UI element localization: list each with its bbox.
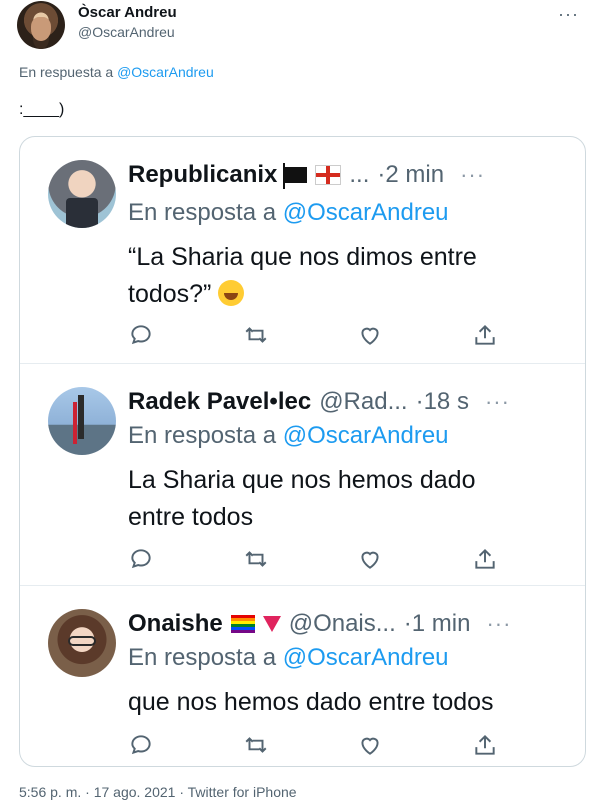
reply-header: Onaishe @Onais... ·1 min ··· [128,606,567,642]
reply-author-handle[interactable]: @Rad... [319,388,407,416]
retweet-icon[interactable] [243,732,269,758]
reply-text-line2-wrap: todos?” [128,276,561,313]
reply-header: Republicanix ... ·2 min ··· [128,157,567,193]
share-icon[interactable] [472,322,498,348]
reply-header: Radek Pavel•lec @Rad... ·18 s ··· [128,384,567,420]
reply-icon[interactable] [128,732,154,758]
reply-to-prefix: En respuesta a [19,64,114,80]
share-icon[interactable] [472,732,498,758]
reply-to-mention[interactable]: @OscarAndreu [117,64,214,80]
reply-text-line: La Sharia que nos hemos dado [128,466,476,494]
reply-to-line: En resposta a @OscarAndreu [128,422,449,450]
more-icon[interactable]: ··· [486,611,511,637]
reply-time[interactable]: ·18 s [416,388,469,416]
reply-item[interactable]: Radek Pavel•lec @Rad... ·18 s ··· En res… [20,363,585,586]
reply-to-mention[interactable]: @OscarAndreu [283,644,449,671]
reply-text-line: “La Sharia que nos dimos entre [128,243,477,271]
reply-text-line: entre todos [128,503,254,531]
more-icon[interactable]: ··· [558,4,579,25]
embedded-replies-image[interactable]: Republicanix ... ·2 min ··· En resposta … [19,136,586,767]
reply-text: “La Sharia que nos dimos entre todos?” [128,239,561,313]
author-handle[interactable]: @OscarAndreu [78,24,175,40]
reply-author-handle[interactable]: ... [349,161,369,189]
author-name[interactable]: Òscar Andreu [78,4,177,21]
georgia-flag-icon [315,165,342,185]
action-bar [128,322,498,348]
more-icon[interactable]: ··· [485,389,510,415]
tweet-text: :____) [19,101,65,118]
reply-to-mention[interactable]: @OscarAndreu [283,422,449,449]
share-icon[interactable] [472,546,498,572]
reply-to-line: En respuesta a @OscarAndreu [19,64,214,80]
avatar[interactable] [48,609,116,677]
reply-text: La Sharia que nos hemos dado entre todos [128,462,561,536]
action-bar [128,732,498,758]
reply-author-name[interactable]: Republicanix [128,161,277,189]
grinning-face-icon [218,280,245,306]
retweet-icon[interactable] [243,322,269,348]
like-icon[interactable] [357,546,383,572]
tweet-timestamp[interactable]: 5:56 p. m. · 17 ago. 2021 · Twitter for … [19,784,297,800]
reply-text-line: todos?” [128,280,212,308]
red-triangle-icon [262,616,281,632]
reply-to-mention[interactable]: @OscarAndreu [283,199,449,226]
retweet-icon[interactable] [243,546,269,572]
reply-item[interactable]: Republicanix ... ·2 min ··· En resposta … [20,137,585,363]
reply-to-line: En resposta a @OscarAndreu [128,199,449,227]
reply-time[interactable]: ·2 min [377,161,444,189]
like-icon[interactable] [357,732,383,758]
reply-icon[interactable] [128,322,154,348]
reply-to-prefix: En resposta a [128,644,277,671]
action-bar [128,546,498,572]
reply-to-prefix: En resposta a [128,199,277,226]
avatar[interactable] [48,160,116,228]
reply-text-line: que nos hemos dado entre todos [128,688,494,716]
reply-text: que nos hemos dado entre todos [128,684,561,721]
avatar[interactable] [48,387,116,455]
reply-author-name[interactable]: Radek Pavel•lec [128,388,311,416]
reply-item[interactable]: Onaishe @Onais... ·1 min ··· En resposta… [20,585,585,766]
reply-time[interactable]: ·1 min [404,610,471,638]
reply-author-name[interactable]: Onaishe [128,610,223,638]
reply-author-handle[interactable]: @Onais... [289,610,396,638]
black-flag-icon [283,163,308,189]
author-avatar[interactable] [17,1,65,49]
rainbow-flag-icon [230,615,255,633]
more-icon[interactable]: ··· [460,162,485,188]
reply-to-prefix: En resposta a [128,422,277,449]
reply-to-line: En resposta a @OscarAndreu [128,644,449,672]
reply-icon[interactable] [128,546,154,572]
like-icon[interactable] [357,322,383,348]
